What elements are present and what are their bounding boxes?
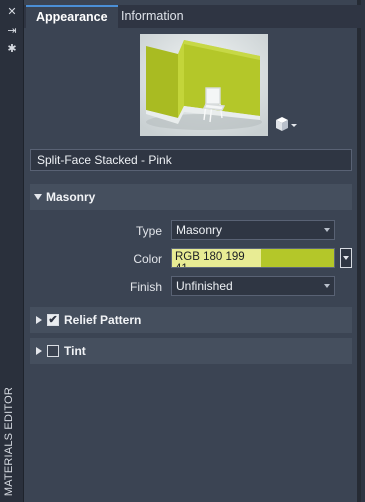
section-relief-pattern-header[interactable]: ✔ Relief Pattern [30, 307, 352, 333]
section-masonry-header[interactable]: Masonry [30, 184, 352, 210]
section-tint-header[interactable]: Tint [30, 338, 352, 364]
panel-scrollbar[interactable] [357, 0, 361, 502]
color-label: Color [133, 252, 162, 266]
preview-options-dropdown[interactable] [274, 116, 298, 132]
tab-bar: Appearance Information [24, 5, 361, 28]
tab-appearance[interactable]: Appearance [26, 5, 118, 28]
materials-editor-window: ✕ ⇥ ✱ MATERIALS EDITOR Appearance Inform… [0, 0, 365, 502]
type-select[interactable]: Masonry [171, 220, 335, 240]
color-swatch-field[interactable]: RGB 180 199 41 [171, 248, 335, 268]
section-masonry-title: Masonry [46, 190, 96, 204]
relief-pattern-checkbox[interactable]: ✔ [47, 314, 59, 326]
section-relief-pattern-title: Relief Pattern [64, 313, 142, 327]
materials-panel: Appearance Information Split-Face Stacke… [24, 0, 361, 502]
material-name-field[interactable]: Split-Face Stacked - Pink [30, 149, 352, 171]
type-label: Type [135, 224, 162, 238]
finish-select-value: Unfinished [176, 279, 233, 293]
chevron-down-icon [324, 284, 330, 288]
section-tint-title: Tint [64, 344, 86, 358]
expand-arrow-icon[interactable] [36, 347, 42, 355]
chevron-down-icon [324, 228, 330, 232]
finish-label: Finish [129, 280, 162, 294]
tint-checkbox[interactable] [47, 345, 59, 357]
expand-arrow-icon[interactable] [36, 316, 42, 324]
cube-icon [276, 117, 297, 131]
color-options-button[interactable] [340, 248, 352, 268]
close-icon[interactable]: ✕ [4, 5, 20, 19]
palette-title-strip: ✕ ⇥ ✱ MATERIALS EDITOR [0, 0, 24, 502]
finish-select[interactable]: Unfinished [171, 276, 335, 296]
palette-title: MATERIALS EDITOR [3, 386, 15, 496]
tab-information[interactable]: Information [111, 5, 194, 28]
color-value-text: RGB 180 199 41 [172, 249, 261, 267]
material-preview[interactable] [140, 34, 268, 136]
type-select-value: Masonry [176, 223, 223, 237]
auto-hide-icon[interactable]: ⇥ [4, 24, 20, 38]
chevron-down-icon [343, 256, 349, 260]
settings-icon[interactable]: ✱ [4, 42, 20, 56]
expand-arrow-icon[interactable] [34, 194, 42, 200]
material-preview-image [140, 34, 268, 136]
